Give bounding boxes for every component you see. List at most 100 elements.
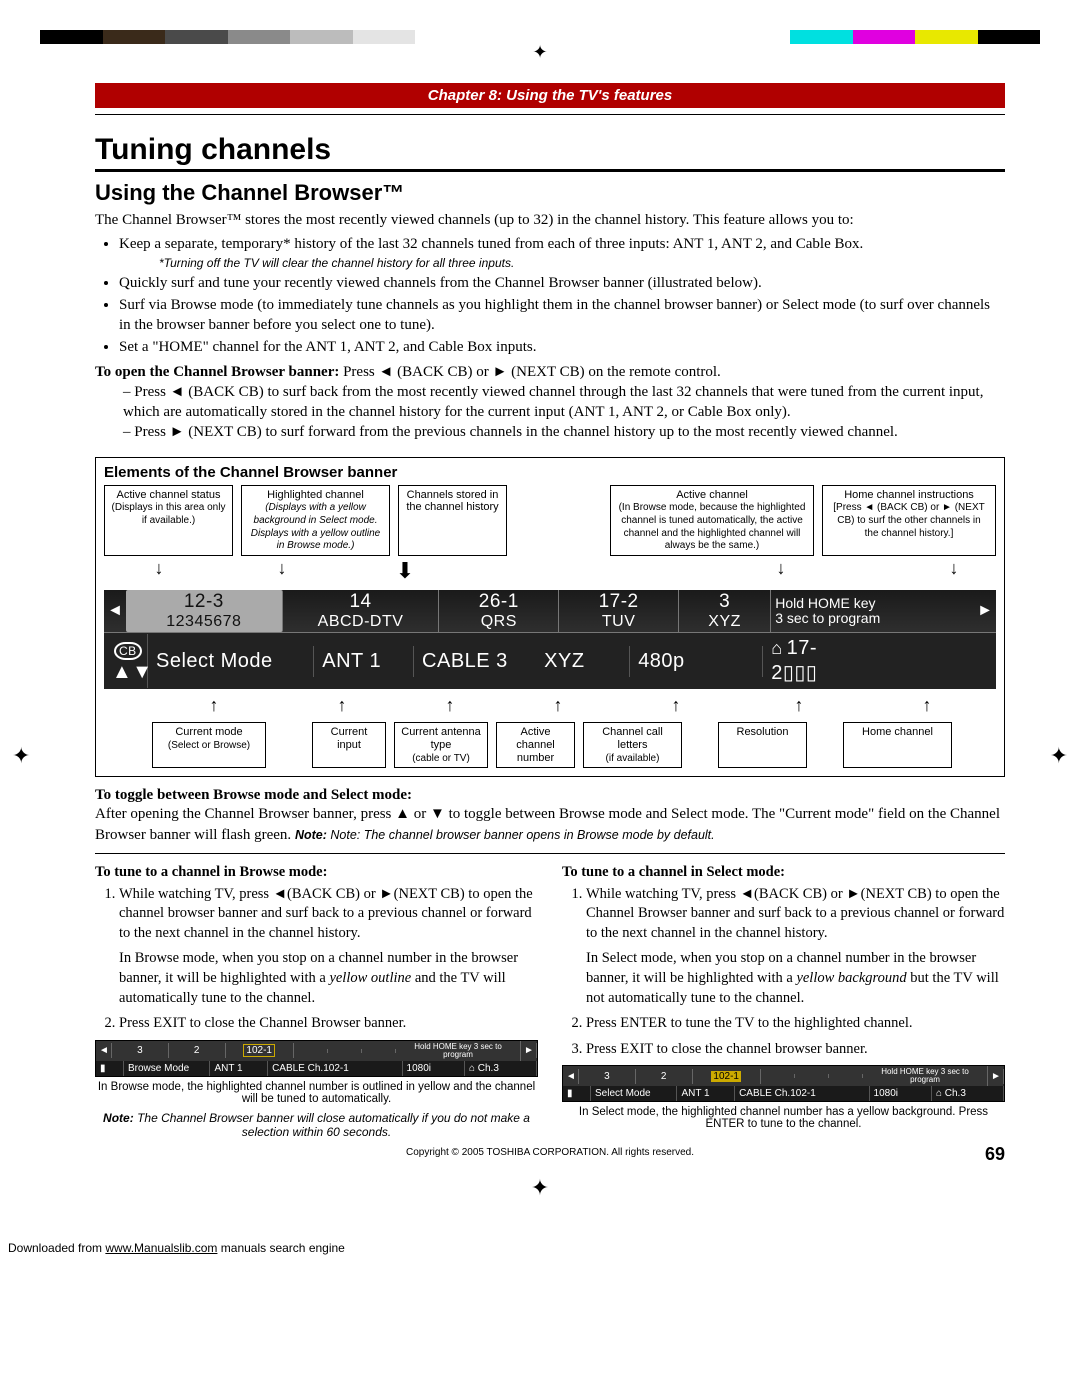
callout-current-input: Current input <box>312 722 386 768</box>
step: Press EXIT to close the Channel Browser … <box>119 1014 538 1034</box>
banner-home-hint: Hold HOME key 3 sec to program <box>771 594 974 629</box>
nav-left-icon: ◄ <box>104 602 126 620</box>
callout-resolution: Resolution <box>718 722 807 768</box>
mini-mode: Browse Mode <box>124 1061 210 1076</box>
channel-browser-banner: ◄ 12-3 12345678 14 ABCD-DTV 26-1 QRS 17-… <box>104 590 996 689</box>
step: Press EXIT to close the channel browser … <box>586 1040 1005 1060</box>
home-hint-bot: 3 sec to program <box>775 611 970 626</box>
nav-left-icon: ◄ <box>563 1069 579 1084</box>
select-mode-column: To tune to a channel in Select mode: Whi… <box>562 864 1005 1141</box>
note-label: Note: <box>103 1111 134 1125</box>
callout-sub: (In Browse mode, because the highlighted… <box>619 502 806 551</box>
step-text: While watching TV, press ◄(BACK CB) or ►… <box>586 886 1004 941</box>
toggle-note: Note: The channel browser banner opens i… <box>330 828 714 842</box>
mini-cell: 3 <box>112 1043 169 1058</box>
dl-pre: Downloaded from <box>8 1241 105 1255</box>
elements-title: Elements of the Channel Browser banner <box>104 464 996 481</box>
banner-slot-3: 26-1 QRS <box>439 590 559 632</box>
browse-mode-column: To tune to a channel in Browse mode: Whi… <box>95 864 538 1141</box>
step: Press ENTER to tune the TV to the highli… <box>586 1014 1005 1034</box>
callout-sub: (if available) <box>606 753 660 764</box>
callout-highlighted: Highlighted channel (Displays with a yel… <box>241 485 390 556</box>
callout-antenna-type: Current antenna type (cable or TV) <box>394 722 488 768</box>
open-banner-instruction: To open the Channel Browser banner: Pres… <box>95 362 1005 382</box>
slot-label: XYZ <box>683 613 766 631</box>
callout-title: Channel call letters <box>602 726 663 751</box>
callout-sub: [Press ◄ (BACK CB) or ► (NEXT CB) to sur… <box>833 502 984 538</box>
mini-caption: In Select mode, the highlighted channel … <box>562 1106 1005 1130</box>
callout-call-letters: Channel call letters (if available) <box>583 722 682 768</box>
step: While watching TV, press ◄(BACK CB) or ►… <box>119 885 538 1008</box>
rule <box>95 853 1005 854</box>
mini-cell <box>795 1074 829 1078</box>
nav-right-icon: ► <box>521 1043 537 1058</box>
slot-label: QRS <box>443 613 554 631</box>
nav-right-icon: ► <box>974 602 996 620</box>
mini-input: ANT 1 <box>677 1086 735 1101</box>
nav-left-icon: ◄ <box>96 1043 112 1058</box>
callout-title: Current mode <box>175 726 242 738</box>
mini-home: ⌂ Ch.3 <box>465 1061 537 1076</box>
bullet-item: Keep a separate, temporary* history of t… <box>119 234 1005 270</box>
mini-cell-highlight: 102-1 <box>693 1069 761 1084</box>
slot-channel: 12-3 <box>130 592 278 613</box>
note-text: The Channel Browser banner will close au… <box>137 1111 530 1139</box>
mini-cell <box>294 1049 328 1053</box>
bullet-footnote: *Turning off the TV will clear the chann… <box>159 255 1005 271</box>
mini-banner-select: ◄ 3 2 102-1 Hold HOME key 3 sec to progr… <box>562 1065 1005 1102</box>
mini-home: ⌂ Ch.3 <box>932 1086 1004 1101</box>
col-heading: To tune to a channel in Select mode: <box>562 864 1005 881</box>
callout-title: Current input <box>331 726 368 751</box>
toggle-body: After opening the Channel Browser banner… <box>95 804 1005 845</box>
mini-cell: 2 <box>169 1043 226 1058</box>
mini-cell <box>362 1049 396 1053</box>
mini-res: 1080i <box>403 1061 465 1076</box>
callout-active-status: Active channel status (Displays in this … <box>104 485 233 556</box>
callout-title: Resolution <box>737 726 789 738</box>
slot-label: ABCD-DTV <box>287 613 435 631</box>
callout-active-channel: Active channel (In Browse mode, because … <box>610 485 814 556</box>
dash-item: – Press ◄ (BACK CB) to surf back from th… <box>123 382 1005 423</box>
nav-right-icon: ► <box>988 1069 1004 1084</box>
callout-title: Channels stored in the channel history <box>406 489 498 514</box>
callout-title: Current antenna type <box>401 726 481 751</box>
intro-paragraph: The Channel Browser™ stores the most rec… <box>95 210 1005 230</box>
chapter-banner: Chapter 8: Using the TV's features <box>95 83 1005 108</box>
cb-badge: CB ▲▼ <box>104 634 148 688</box>
mini-cell: 3 <box>579 1069 636 1084</box>
callout-current-mode: Current mode (Select or Browse) <box>152 722 266 768</box>
mini-cb-icon: ▮ <box>96 1061 124 1076</box>
registration-mark-right: ✦ <box>1050 743 1068 769</box>
emphasis: yellow outline <box>329 970 411 986</box>
dl-post: manuals search engine <box>217 1241 344 1255</box>
mini-cell <box>328 1049 362 1053</box>
bullet-item: Quickly surf and tune your recently view… <box>119 273 1005 293</box>
mini-mode: Select Mode <box>591 1086 677 1101</box>
antenna-type: CABLE 3 <box>422 650 508 672</box>
mini-home-hint: Hold HOME key 3 sec to program <box>396 1041 521 1061</box>
current-mode: Select Mode <box>148 646 314 677</box>
lead-bold: To open the Channel Browser banner: <box>95 364 339 380</box>
mini-cb-icon: ▮ <box>563 1086 591 1101</box>
mini-banner-browse: ◄ 3 2 102-1 Hold HOME key 3 sec to progr… <box>95 1040 538 1077</box>
dash-item: – Press ► (NEXT CB) to surf forward from… <box>123 422 1005 442</box>
manualslib-link[interactable]: www.Manualslib.com <box>105 1241 217 1255</box>
callout-title: Highlighted channel <box>267 489 364 501</box>
banner-slot-2: 14 ABCD-DTV <box>283 590 440 632</box>
mini-home-hint: Hold HOME key 3 sec to program <box>863 1066 988 1086</box>
mini-cell: 2 <box>636 1069 693 1084</box>
registration-mark-left: ✦ <box>12 743 30 769</box>
mini-cell <box>761 1074 795 1078</box>
download-footer: Downloaded from www.Manualslib.com manua… <box>8 1241 1080 1255</box>
mini-cell <box>829 1074 863 1078</box>
callout-title: Active channel status <box>117 489 221 501</box>
mini-caption: In Browse mode, the highlighted channel … <box>95 1081 538 1105</box>
rule <box>95 114 1005 115</box>
callout-active-channel-num: Active channel number <box>496 722 575 768</box>
registration-mark-top: ✦ <box>0 42 1080 63</box>
call-letters: XYZ <box>544 650 584 672</box>
banner-slot-4: 17-2 TUV <box>559 590 679 632</box>
current-input: ANT 1 <box>314 646 414 677</box>
slot-channel: 26-1 <box>443 592 554 613</box>
arrow-row: ↑↑↑↑↑↑↑ <box>144 695 996 716</box>
